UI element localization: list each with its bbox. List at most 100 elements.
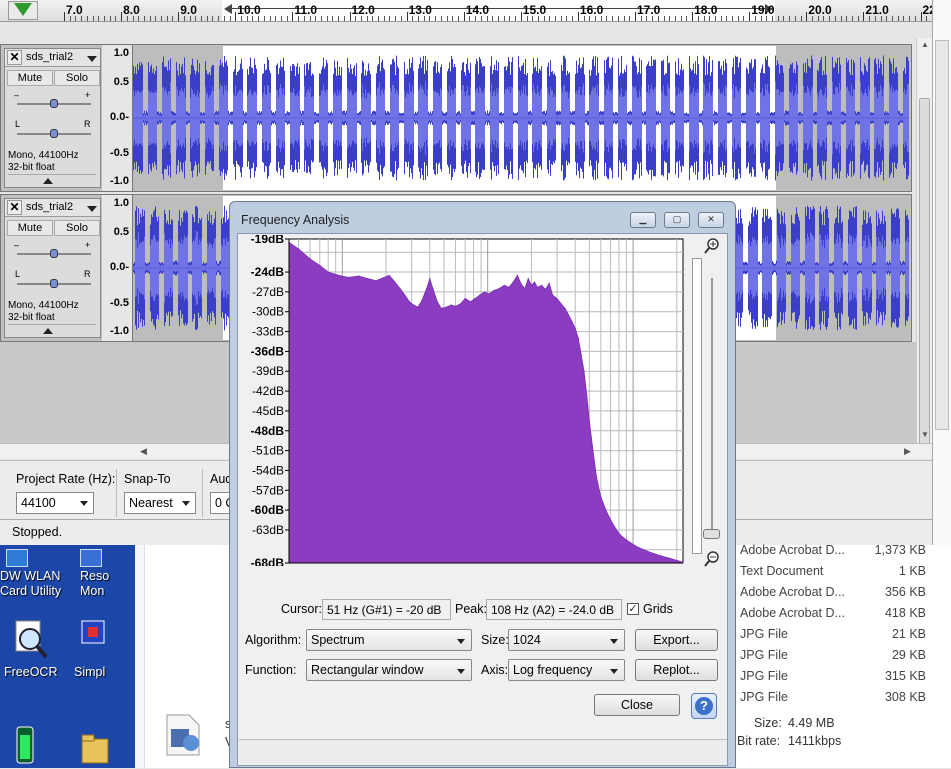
axis-select[interactable]: Log frequency <box>508 659 625 681</box>
solo-button[interactable]: Solo <box>54 70 100 86</box>
ruler-major-tick <box>749 12 750 21</box>
ruler-minor-tick <box>150 16 151 21</box>
size-select[interactable]: 1024 <box>508 629 625 651</box>
zoom-in-icon[interactable] <box>704 238 720 254</box>
file-row[interactable]: JPG File315 KB <box>740 669 940 683</box>
close-track-button[interactable]: ✕ <box>7 50 22 65</box>
scroll-left-icon[interactable]: ◀ <box>140 446 147 457</box>
spectrum-point <box>479 295 480 296</box>
spectrum-point <box>446 307 447 308</box>
scroll-down-icon[interactable]: ▼ <box>921 430 929 439</box>
explorer-nav-pane <box>135 545 145 768</box>
pan-slider-knob[interactable] <box>50 279 58 288</box>
solo-button[interactable]: Solo <box>54 220 100 236</box>
spectrum-point <box>394 281 395 282</box>
tracks-vertical-scrollbar[interactable]: ▲ ▼ <box>916 38 932 443</box>
desktop-icon-reso[interactable]: Reso Mon <box>80 549 120 599</box>
ruler-minor-tick <box>589 16 590 21</box>
ruler-major-tick <box>692 12 693 21</box>
maximize-button[interactable]: ▢ <box>664 212 690 228</box>
gain-slider-knob[interactable] <box>50 99 58 108</box>
spectrum-point <box>531 285 532 286</box>
pan-slider[interactable] <box>17 283 91 285</box>
project-rate-select[interactable]: 44100 <box>16 492 94 514</box>
desktop-icon-simpl[interactable]: Simpl <box>74 619 124 680</box>
dialog-titlebar[interactable]: Frequency Analysis ▁ ▢ ✕ <box>230 202 735 232</box>
ruler-minor-tick <box>258 16 259 21</box>
spectrum-point <box>549 283 550 284</box>
spectrum-point <box>348 277 349 278</box>
desktop-icon-battery[interactable] <box>12 725 42 769</box>
algorithm-select[interactable]: Spectrum <box>306 629 472 651</box>
snap-to-select[interactable]: Nearest <box>124 492 196 514</box>
replot-button[interactable]: Replot... <box>635 659 718 681</box>
audio-track-1[interactable]: ✕ sds_trial2 Mute Solo – + L R Mono, 441… <box>0 44 912 192</box>
selection-start-marker-icon[interactable] <box>224 4 232 14</box>
ruler-major-tick <box>921 12 922 21</box>
mute-button[interactable]: Mute <box>7 220 53 236</box>
ruler-minor-tick <box>304 16 305 21</box>
file-row[interactable]: JPG File308 KB <box>740 690 940 704</box>
ruler-minor-tick <box>372 16 373 21</box>
track-menu-dropdown-icon[interactable] <box>87 56 97 62</box>
spectrum-point <box>358 275 359 276</box>
help-button[interactable]: ? <box>691 693 717 719</box>
collapse-track-button[interactable] <box>8 324 96 336</box>
pan-slider[interactable] <box>17 133 91 135</box>
spectrum-point <box>382 277 383 278</box>
scroll-right-icon[interactable]: ▶ <box>904 446 911 457</box>
file-row[interactable]: JPG File29 KB <box>740 648 940 662</box>
scale-label: 0.5 <box>114 76 129 88</box>
scale-label: 0.5 <box>114 226 129 238</box>
scale-label: 0.0- <box>110 111 129 123</box>
zoom-slider-thumb[interactable] <box>703 529 720 539</box>
ruler-minor-tick <box>726 16 727 21</box>
desktop-icon-freeocr[interactable]: FreeOCR <box>4 619 64 680</box>
spectrum-point <box>583 371 584 372</box>
y-tick-label: -63dB <box>252 523 284 537</box>
timeline-ruler[interactable]: 7.08.09.010.011.012.013.014.015.016.017.… <box>0 0 932 22</box>
ruler-minor-tick <box>75 16 76 21</box>
ruler-minor-tick <box>738 16 739 21</box>
ruler-minor-tick <box>823 16 824 21</box>
ruler-major-tick <box>578 12 579 21</box>
function-select[interactable]: Rectangular window <box>306 659 472 681</box>
track-control-panel: ✕ sds_trial2 Mute Solo – + L R Mono, 441… <box>4 48 101 188</box>
track-name[interactable]: sds_trial2 <box>26 51 73 63</box>
file-row[interactable]: JPG File21 KB <box>740 627 940 641</box>
ruler-minor-tick <box>544 16 545 21</box>
close-track-button[interactable]: ✕ <box>7 200 22 215</box>
spectrum-point <box>556 298 557 299</box>
collapse-track-button[interactable] <box>8 174 96 186</box>
file-row[interactable]: Adobe Acrobat D...1,373 KB <box>740 543 940 557</box>
plot-vertical-scrollbar[interactable] <box>692 258 702 554</box>
desktop-icon-label: FreeOCR <box>4 665 64 680</box>
scroll-thumb[interactable] <box>919 98 930 458</box>
edge-scrollbar[interactable] <box>935 40 949 430</box>
gain-slider-knob[interactable] <box>50 249 58 258</box>
minimize-button[interactable]: ▁ <box>630 212 656 228</box>
grids-checkbox[interactable]: ✓ <box>627 603 639 615</box>
gain-slider[interactable] <box>17 253 91 255</box>
pan-slider-knob[interactable] <box>50 129 58 138</box>
close-button[interactable]: Close <box>594 694 680 716</box>
ruler-minor-tick <box>801 16 802 21</box>
waveform[interactable] <box>133 46 909 190</box>
close-window-button[interactable]: ✕ <box>698 212 724 228</box>
desktop-icon-dw-wlan[interactable]: DW WLAN Card Utility <box>0 549 62 599</box>
scroll-up-icon[interactable]: ▲ <box>921 40 929 49</box>
gain-slider[interactable] <box>17 103 91 105</box>
file-row[interactable]: Adobe Acrobat D...356 KB <box>740 585 940 599</box>
export-button[interactable]: Export... <box>635 629 718 651</box>
file-row[interactable]: Text Document1 KB <box>740 564 940 578</box>
zoom-slider-track[interactable] <box>711 278 713 536</box>
track-menu-dropdown-icon[interactable] <box>87 206 97 212</box>
file-type: JPG File <box>740 690 788 704</box>
track-name[interactable]: sds_trial2 <box>26 201 73 213</box>
spectrum-plot[interactable]: -19dB-24dB-27dB-30dB-33dB-36dB-39dB-42dB… <box>243 235 684 566</box>
file-row[interactable]: Adobe Acrobat D...418 KB <box>740 606 940 620</box>
desktop-icon-folder[interactable] <box>80 725 110 769</box>
zoom-out-icon[interactable] <box>704 551 720 567</box>
collapse-up-icon <box>43 328 53 334</box>
mute-button[interactable]: Mute <box>7 70 53 86</box>
